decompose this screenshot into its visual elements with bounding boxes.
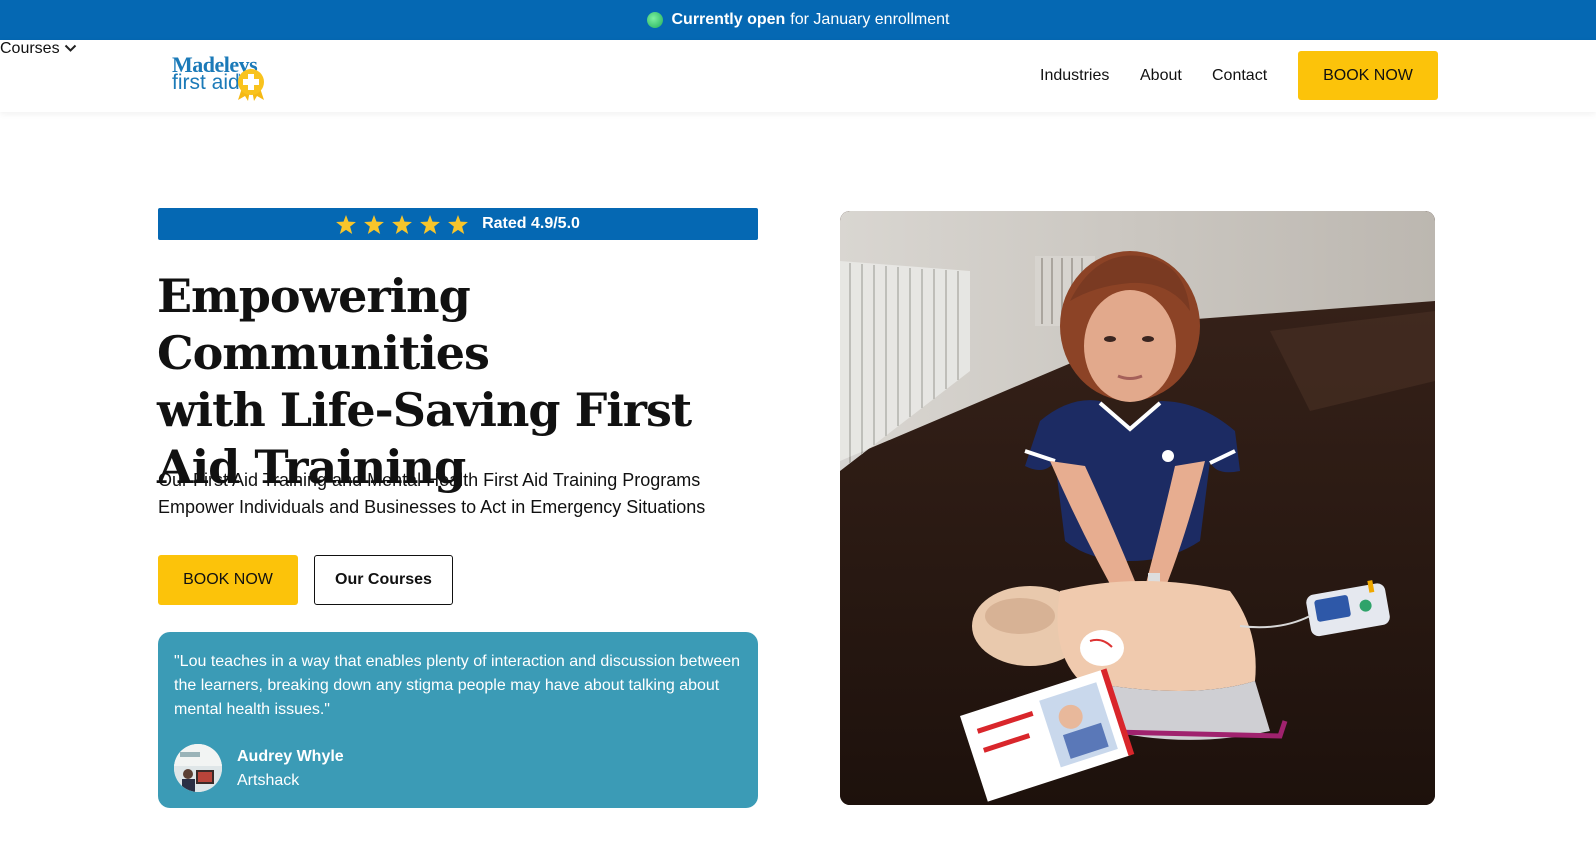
testimonial-card: "Lou teaches in a way that enables plent… <box>158 632 758 808</box>
star-icon <box>420 214 440 234</box>
avatar-photo-icon <box>174 744 222 792</box>
nav-contact-link[interactable]: Contact <box>1212 67 1267 85</box>
announcement-text: for January enrollment <box>790 11 950 28</box>
star-icon <box>448 214 468 234</box>
hero-photo <box>840 211 1435 805</box>
rating-stars <box>336 214 468 234</box>
hero-subtitle: Our First Aid Training and Mental Health… <box>158 467 748 521</box>
hero-book-now-button[interactable]: BOOK NOW <box>158 555 298 605</box>
announcement-bar: Currently open for January enrollment <box>0 0 1596 40</box>
avatar <box>174 744 222 792</box>
testimonial-author-name: Audrey Whyle <box>237 748 344 765</box>
nav-courses-label: Courses <box>0 40 60 57</box>
rating-banner: Rated 4.9/5.0 <box>158 208 758 240</box>
nav-industries-link[interactable]: Industries <box>1040 67 1109 85</box>
star-icon <box>392 214 412 234</box>
hero-headline-line2: with Life-Saving First <box>157 383 692 437</box>
testimonial-quote: "Lou teaches in a way that enables plent… <box>174 653 741 718</box>
nav-book-now-button[interactable]: BOOK NOW <box>1298 51 1438 100</box>
hero-headline-line1: Empowering Communities <box>157 269 490 380</box>
hero-subtitle-line2: Empower Individuals and Businesses to Ac… <box>158 497 706 517</box>
nav-about-link[interactable]: About <box>1140 67 1182 85</box>
testimonial-author-company: Artshack <box>237 772 300 789</box>
announcement-status: Currently open <box>671 11 786 28</box>
logo-text-line2: first aid <box>172 71 240 94</box>
status-dot-icon <box>646 12 663 28</box>
main-navigation: Madeleys first aid Courses Industries Ab… <box>0 40 1596 112</box>
rating-text: Rated 4.9/5.0 <box>482 215 580 232</box>
hero-subtitle-line1: Our First Aid Training and Mental Health… <box>158 470 701 490</box>
hero-headline: Empowering Communities with Life-Saving … <box>157 268 777 496</box>
site-logo[interactable]: Madeleys first aid <box>172 52 272 104</box>
star-icon <box>364 214 384 234</box>
cpr-training-illustration <box>840 211 1435 805</box>
first-aid-badge-icon <box>238 69 264 101</box>
our-courses-button[interactable]: Our Courses <box>314 555 453 605</box>
chevron-down-icon <box>64 44 77 52</box>
star-icon <box>336 214 356 234</box>
